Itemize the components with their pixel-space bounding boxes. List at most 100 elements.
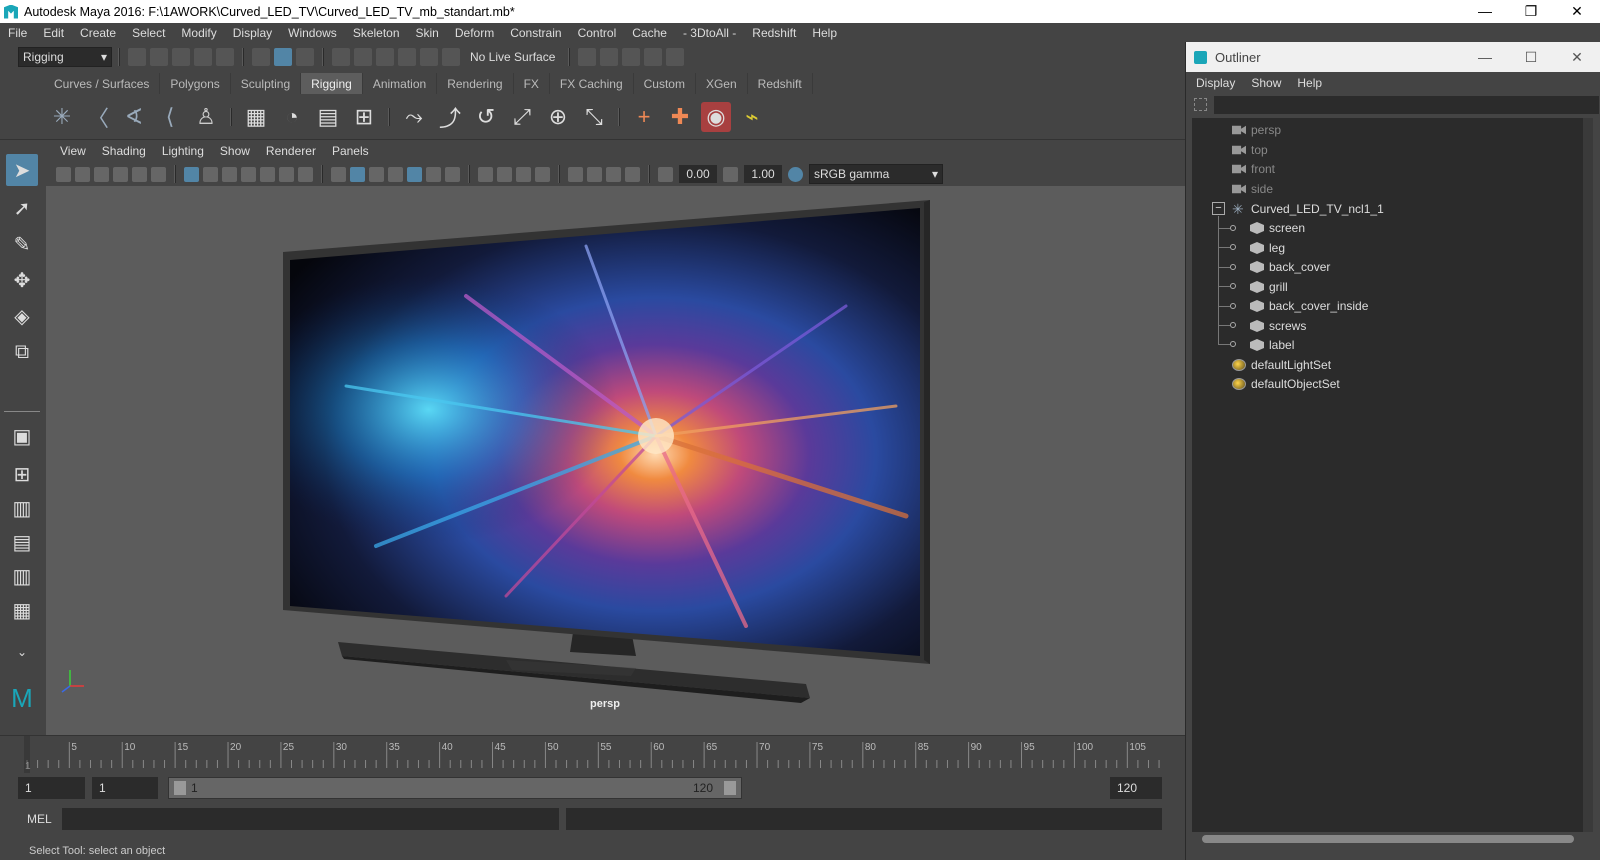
animation-start-field[interactable]: 1: [18, 777, 85, 799]
menu-cache[interactable]: Cache: [624, 26, 675, 40]
tab-fx[interactable]: FX: [514, 73, 550, 94]
menu-create[interactable]: Create: [72, 26, 124, 40]
tab-animation[interactable]: Animation: [363, 73, 438, 94]
paint-weights-icon[interactable]: ◔: [277, 102, 307, 132]
2d-pan-zoom-icon[interactable]: [132, 166, 147, 182]
redo-icon[interactable]: [216, 48, 234, 66]
use-all-lights-icon[interactable]: [407, 166, 422, 182]
menu-redshift[interactable]: Redshift: [744, 26, 804, 40]
tab-xgen[interactable]: XGen: [696, 73, 748, 94]
grease-pencil-icon[interactable]: [151, 166, 166, 182]
tab-rigging[interactable]: Rigging: [301, 73, 363, 94]
pole-vector-icon[interactable]: ⤡: [579, 102, 609, 132]
viewport-menu-show[interactable]: Show: [212, 144, 258, 158]
menu-control[interactable]: Control: [570, 26, 625, 40]
menu-skeleton[interactable]: Skeleton: [345, 26, 408, 40]
aim-constraint-icon[interactable]: ⤴: [435, 102, 465, 132]
time-slider[interactable]: 1 5 10 15 20 25 30 35 40 45 50 55 60 65 70 75 80 85 90 95 10…: [0, 735, 1185, 774]
hypershade-layout-icon[interactable]: ▥: [6, 560, 38, 592]
lasso-tool-icon[interactable]: ➚: [6, 192, 38, 224]
tab-sculpting[interactable]: Sculpting: [231, 73, 302, 94]
hypershade-icon[interactable]: [666, 48, 684, 66]
menu-help[interactable]: Help: [804, 26, 845, 40]
snap-surface-icon[interactable]: [420, 48, 438, 66]
select-component-icon[interactable]: [296, 48, 314, 66]
close-button[interactable]: ✕: [1554, 3, 1600, 20]
new-scene-icon[interactable]: [128, 48, 146, 66]
menu-edit[interactable]: Edit: [35, 26, 72, 40]
list-item[interactable]: screws: [1250, 316, 1306, 336]
expand-dot[interactable]: [1230, 264, 1236, 270]
persp-texture-layout-icon[interactable]: ▦: [6, 594, 38, 626]
list-item[interactable]: ✳ Curved_LED_TV_ncl1_1: [1232, 199, 1384, 219]
restore-button[interactable]: ❐: [1508, 3, 1554, 20]
scrollbar-thumb[interactable]: [1202, 835, 1574, 843]
menu-3dtoall[interactable]: - 3DtoAll -: [675, 26, 744, 40]
antialiasing-icon[interactable]: [497, 166, 512, 182]
viewport-menu-shading[interactable]: Shading: [94, 144, 154, 158]
list-item[interactable]: defaultObjectSet: [1232, 374, 1340, 394]
expand-dot[interactable]: [1230, 303, 1236, 309]
expand-dot[interactable]: [1230, 283, 1236, 289]
menu-constrain[interactable]: Constrain: [502, 26, 569, 40]
outliner-maximize-button[interactable]: ☐: [1508, 49, 1554, 66]
textured-icon[interactable]: [388, 166, 403, 182]
layout-menu-icon[interactable]: ⌄: [6, 636, 38, 668]
snap-view-plane-icon[interactable]: [398, 48, 416, 66]
image-plane-icon[interactable]: [113, 166, 128, 182]
gate-mask-icon[interactable]: [241, 166, 256, 182]
live-surface-field[interactable]: No Live Surface: [466, 47, 562, 67]
list-item[interactable]: front: [1232, 159, 1275, 179]
rotate-tool-icon[interactable]: ◈: [6, 300, 38, 332]
render-view-icon[interactable]: [578, 48, 596, 66]
xray-joints-icon[interactable]: [587, 166, 602, 182]
orient-constraint-icon[interactable]: ↺: [471, 102, 501, 132]
menu-display[interactable]: Display: [225, 26, 280, 40]
view-transform-dropdown[interactable]: sRGB gamma ▾: [809, 164, 943, 184]
outliner-menu-display[interactable]: Display: [1188, 76, 1243, 90]
blend-shape-icon[interactable]: ◉: [701, 101, 731, 132]
render-frame-icon[interactable]: [600, 48, 618, 66]
list-item[interactable]: persp: [1232, 120, 1281, 140]
gamma-field[interactable]: 1.00: [744, 165, 782, 183]
scale-tool-icon[interactable]: ⧉: [6, 336, 38, 368]
tab-polygons[interactable]: Polygons: [160, 73, 231, 94]
single-perspective-layout-icon[interactable]: ▣: [6, 420, 38, 452]
snap-magnet-icon[interactable]: [442, 48, 460, 66]
color-management-icon[interactable]: [788, 166, 803, 182]
expand-dot[interactable]: [1230, 225, 1236, 231]
exposure-icon[interactable]: [658, 166, 673, 182]
humanik-icon[interactable]: ♙: [191, 102, 221, 132]
scale-constraint-icon[interactable]: ⤢: [507, 102, 537, 132]
outliner-menu-help[interactable]: Help: [1289, 76, 1330, 90]
range-end-handle[interactable]: [724, 781, 736, 795]
open-scene-icon[interactable]: [150, 48, 168, 66]
list-item[interactable]: side: [1232, 179, 1273, 199]
list-item[interactable]: label: [1250, 335, 1294, 355]
film-gate-icon[interactable]: [203, 166, 218, 182]
tab-redshift[interactable]: Redshift: [748, 73, 813, 94]
select-hierarchy-icon[interactable]: [252, 48, 270, 66]
camera-attributes-icon[interactable]: [75, 166, 90, 182]
tab-custom[interactable]: Custom: [634, 73, 696, 94]
viewport-menu-renderer[interactable]: Renderer: [258, 144, 324, 158]
ipr-render-icon[interactable]: [622, 48, 640, 66]
outliner-close-button[interactable]: ✕: [1554, 49, 1600, 66]
four-view-layout-icon[interactable]: ⊞: [6, 458, 38, 490]
menu-select[interactable]: Select: [124, 26, 173, 40]
outliner-horizontal-scrollbar[interactable]: [1192, 832, 1588, 846]
parent-constraint-icon[interactable]: ⊕: [543, 102, 573, 132]
viewport-menu-view[interactable]: View: [52, 144, 94, 158]
cluster-icon[interactable]: ⊞: [349, 102, 379, 132]
mel-label[interactable]: MEL: [27, 812, 52, 826]
add-influence-icon[interactable]: ✚: [665, 102, 695, 132]
list-item[interactable]: grill: [1250, 277, 1288, 297]
outliner-vertical-scrollbar[interactable]: [1583, 118, 1593, 832]
safe-action-icon[interactable]: [279, 166, 294, 182]
locator-icon[interactable]: +: [629, 102, 659, 132]
menu-modify[interactable]: Modify: [173, 26, 224, 40]
mode-dropdown[interactable]: Rigging ▾: [18, 47, 112, 67]
shadows-icon[interactable]: [426, 166, 441, 182]
minimize-button[interactable]: —: [1462, 3, 1508, 20]
viewport-menu-panels[interactable]: Panels: [324, 144, 377, 158]
